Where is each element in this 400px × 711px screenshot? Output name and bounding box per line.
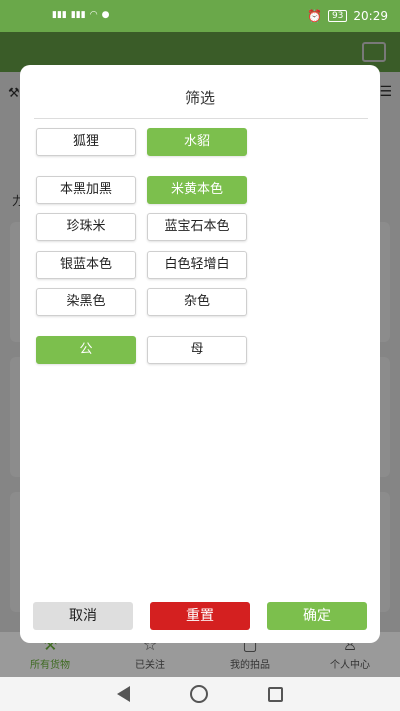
divider	[34, 118, 368, 119]
filter-dialog: 筛选 狐狸 水貂 本黑加黑 米黄本色 珍珠米 蓝宝石本色 银蓝本色 白色轻增白 …	[20, 65, 380, 643]
cancel-button[interactable]: 取消	[33, 602, 133, 630]
home-icon[interactable]	[190, 685, 208, 703]
status-bar: ▮▮▮ ▮▮▮ ◠ ● ⏰ 93 20:29	[0, 0, 400, 32]
wifi-icon: ◠	[89, 10, 98, 20]
filter-option-color[interactable]: 米黄本色	[147, 176, 247, 204]
reset-button[interactable]: 重置	[150, 602, 250, 630]
nav-label: 我的拍品	[230, 660, 270, 671]
app-notification-icon: ●	[101, 10, 110, 20]
system-nav-bar	[0, 677, 400, 711]
alarm-icon: ⏰	[307, 9, 322, 23]
filter-option-color[interactable]: 染黑色	[36, 288, 136, 316]
signal-icon: ▮▮▮	[52, 10, 67, 20]
filter-option-color[interactable]: 本黑加黑	[36, 176, 136, 204]
filter-option-color[interactable]: 杂色	[147, 288, 247, 316]
status-icons-left: ▮▮▮ ▮▮▮ ◠ ●	[52, 10, 109, 20]
filter-option-female[interactable]: 母	[147, 336, 247, 364]
filter-option-mink[interactable]: 水貂	[147, 128, 247, 156]
battery-indicator: 93	[327, 10, 348, 22]
dialog-title: 筛选	[184, 89, 215, 107]
filter-option-color[interactable]: 白色轻增白	[147, 251, 247, 279]
filter-option-male[interactable]: 公	[36, 336, 136, 364]
clock: 20:29	[353, 9, 388, 23]
confirm-button[interactable]: 确定	[267, 602, 367, 630]
signal-icon: ▮▮▮	[70, 10, 86, 20]
nav-label: 个人中心	[330, 660, 370, 671]
recent-apps-icon[interactable]	[268, 686, 283, 702]
filter-option-color[interactable]: 蓝宝石本色	[147, 213, 247, 241]
nav-label: 已关注	[135, 660, 165, 671]
filter-option-color[interactable]: 珍珠米	[36, 213, 136, 241]
nav-label: 所有货物	[30, 660, 70, 671]
filter-option-fox[interactable]: 狐狸	[36, 128, 136, 156]
filter-option-color[interactable]: 银蓝本色	[36, 251, 136, 279]
status-icons-right: ⏰ 93 20:29	[307, 9, 388, 23]
back-icon[interactable]	[117, 686, 130, 702]
